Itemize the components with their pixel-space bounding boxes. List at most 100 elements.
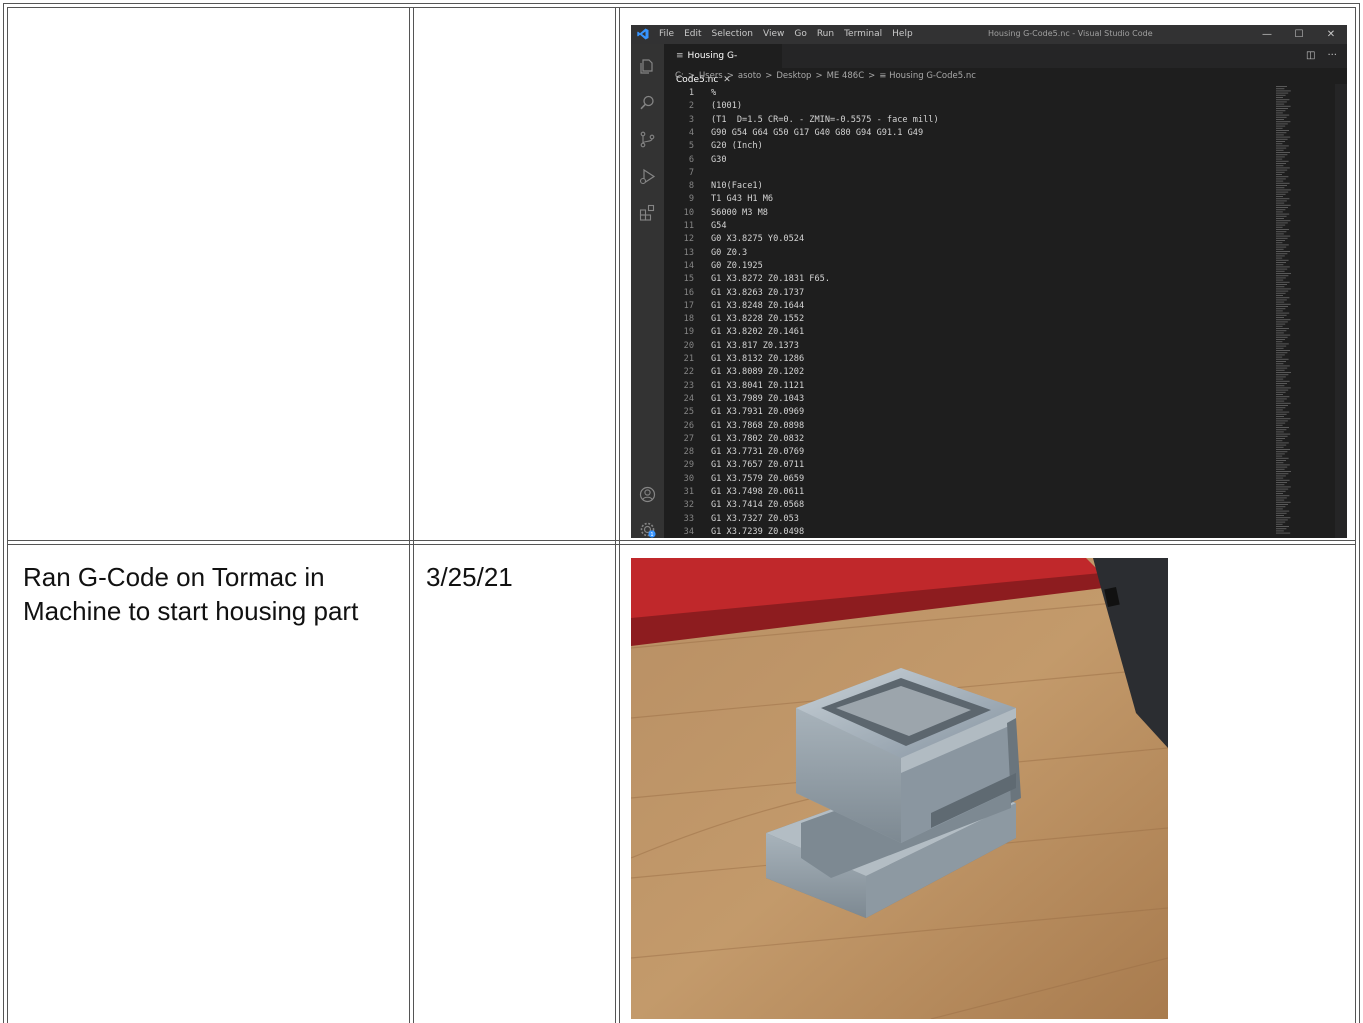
code-line[interactable]: 12 G0 X3.8275 Y0.0524 xyxy=(664,233,1264,246)
more-actions-icon[interactable]: ··· xyxy=(1327,50,1337,61)
code-line[interactable]: 34 G1 X3.7239 Z0.0498 xyxy=(664,526,1264,538)
code-line[interactable]: 30 G1 X3.7579 Z0.0659 xyxy=(664,473,1264,486)
menu-file[interactable]: File xyxy=(659,29,674,39)
code-line[interactable]: 18 G1 X3.8228 Z0.1552 xyxy=(664,313,1264,326)
run-debug-icon[interactable] xyxy=(639,168,656,185)
breadcrumb-item[interactable]: C: xyxy=(675,71,684,81)
code-editor[interactable]: 1% 2 (1001) 3 (T1 D=1.5 CR=0. - ZMIN=-0.5575… xyxy=(664,84,1274,538)
code-line[interactable]: 13 G0 Z0.3 xyxy=(664,247,1264,260)
line-number: 2 xyxy=(688,101,694,112)
minimap-line xyxy=(1276,187,1285,189)
minimap-line xyxy=(1276,402,1291,404)
breadcrumb-item[interactable]: Users xyxy=(699,71,723,81)
code-line[interactable]: 7 xyxy=(664,167,1264,180)
source-control-icon[interactable] xyxy=(639,131,656,148)
line-number: 19 xyxy=(683,327,694,338)
minimap-line xyxy=(1276,189,1291,191)
code-line[interactable]: 27 G1 X3.7802 Z0.0832 xyxy=(664,433,1264,446)
minimap-line xyxy=(1276,244,1289,246)
minimap-line xyxy=(1276,112,1283,114)
minimap-line xyxy=(1276,429,1287,431)
code-line[interactable]: 20 G1 X3.817 Z0.1373 xyxy=(664,340,1264,353)
minimap-line xyxy=(1276,343,1289,345)
menu-go[interactable]: Go xyxy=(794,29,806,39)
search-icon[interactable] xyxy=(639,94,656,111)
line-content: G1 X3.8272 Z0.1831 F65. xyxy=(711,274,830,285)
minimize-button[interactable]: — xyxy=(1251,25,1283,44)
code-line[interactable]: 8 N10(Face1) xyxy=(664,180,1264,193)
code-line[interactable]: 2 (1001) xyxy=(664,100,1264,113)
code-line[interactable]: 10 S6000 M3 M8 xyxy=(664,207,1264,220)
minimap-line xyxy=(1276,123,1288,125)
code-line[interactable]: 26 G1 X3.7868 Z0.0898 xyxy=(664,420,1264,433)
line-content: G90 G54 G64 G50 G17 G40 G80 G94 G91.1 G4… xyxy=(711,127,924,138)
row-divider-b xyxy=(7,544,1356,545)
menu-run[interactable]: Run xyxy=(817,29,834,39)
code-line[interactable]: 32 G1 X3.7414 Z0.0568 xyxy=(664,499,1264,512)
breadcrumb-item[interactable]: asoto xyxy=(738,71,761,81)
minimap-line xyxy=(1276,328,1289,329)
code-line[interactable]: 1% xyxy=(664,87,1264,100)
minimap-line xyxy=(1276,464,1290,466)
minimap-line xyxy=(1276,530,1284,532)
minimap-line xyxy=(1276,358,1289,360)
settings-gear-icon[interactable]: 1 xyxy=(639,521,656,538)
code-line[interactable]: 5 G20 (Inch) xyxy=(664,140,1264,153)
code-line[interactable]: 4 G90 G54 G64 G50 G17 G40 G80 G94 G91.1 G… xyxy=(664,127,1264,140)
tab-housing-gcode[interactable]: ≡ Housing G-Code5.nc ✕ xyxy=(664,44,782,85)
code-line[interactable]: 31 G1 X3.7498 Z0.0611 xyxy=(664,486,1264,499)
minimap-line xyxy=(1276,413,1287,415)
code-line[interactable]: 9 T1 G43 H1 M6 xyxy=(664,193,1264,206)
breadcrumb-item[interactable]: ≡ Housing G-Code5.nc xyxy=(879,71,976,81)
code-line[interactable]: 17 G1 X3.8248 Z0.1644 xyxy=(664,300,1264,313)
code-line[interactable]: 14 G0 Z0.1925 xyxy=(664,260,1264,273)
breadcrumb-separator: > xyxy=(815,71,823,81)
menu-selection[interactable]: Selection xyxy=(712,29,753,39)
minimap-line xyxy=(1276,145,1289,147)
settings-badge: 1 xyxy=(650,532,653,538)
extensions-icon[interactable] xyxy=(639,204,656,221)
code-line[interactable]: 33 G1 X3.7327 Z0.053 xyxy=(664,513,1264,526)
minimap-line xyxy=(1276,193,1286,195)
code-line[interactable]: 22 G1 X3.8089 Z0.1202 xyxy=(664,366,1264,379)
code-line[interactable]: 21 G1 X3.8132 Z0.1286 xyxy=(664,353,1264,366)
breadcrumb-item[interactable]: Desktop xyxy=(776,71,811,81)
code-line[interactable]: 16 G1 X3.8263 Z0.1737 xyxy=(664,287,1264,300)
minimap-line xyxy=(1276,515,1284,516)
minimap-line xyxy=(1276,363,1284,365)
line-content: G1 X3.7327 Z0.053 xyxy=(711,513,799,524)
breadcrumb-item[interactable]: ME 486C xyxy=(827,71,865,81)
line-content: G1 X3.8263 Z0.1737 xyxy=(711,287,805,298)
maximize-button[interactable]: ☐ xyxy=(1283,25,1315,44)
code-line[interactable]: 19 G1 X3.8202 Z0.1461 xyxy=(664,326,1264,339)
code-line[interactable]: 24 G1 X3.7989 Z0.1043 xyxy=(664,393,1264,406)
minimap-line xyxy=(1276,196,1283,197)
split-editor-icon[interactable]: ◫ xyxy=(1306,50,1315,61)
close-window-button[interactable]: ✕ xyxy=(1315,25,1347,44)
code-line[interactable]: 28 G1 X3.7731 Z0.0769 xyxy=(664,446,1264,459)
menu-view[interactable]: View xyxy=(763,29,784,39)
code-line[interactable]: 15 G1 X3.8272 Z0.1831 F65. xyxy=(664,273,1264,286)
code-line[interactable]: 23 G1 X3.8041 Z0.1121 xyxy=(664,380,1264,393)
code-line[interactable]: 29 G1 X3.7657 Z0.0711 xyxy=(664,459,1264,472)
minimap-line xyxy=(1276,418,1291,420)
minimap[interactable] xyxy=(1274,84,1314,538)
account-icon[interactable] xyxy=(639,486,656,503)
line-number: 13 xyxy=(683,247,694,258)
menu-terminal[interactable]: Terminal xyxy=(844,29,882,39)
menu-help[interactable]: Help xyxy=(892,29,913,39)
files-icon[interactable] xyxy=(639,58,656,75)
editor-scrollbar[interactable] xyxy=(1335,84,1347,538)
code-line[interactable]: 6 G30 xyxy=(664,154,1264,167)
minimap-line xyxy=(1276,169,1288,171)
code-line[interactable]: 11 G54 xyxy=(664,220,1264,233)
menu-edit[interactable]: Edit xyxy=(684,29,701,39)
table-border-left-inner xyxy=(7,7,8,1023)
code-line[interactable]: 3 (T1 D=1.5 CR=0. - ZMIN=-0.5575 - face m… xyxy=(664,114,1264,127)
minimap-line xyxy=(1276,281,1290,283)
minimap-line xyxy=(1276,504,1288,505)
minimap-line xyxy=(1276,191,1289,193)
minimap-line xyxy=(1276,284,1287,285)
code-line[interactable]: 25 G1 X3.7931 Z0.0969 xyxy=(664,406,1264,419)
vscode-menubar: File Edit Selection View Go Run Terminal… xyxy=(659,29,923,39)
